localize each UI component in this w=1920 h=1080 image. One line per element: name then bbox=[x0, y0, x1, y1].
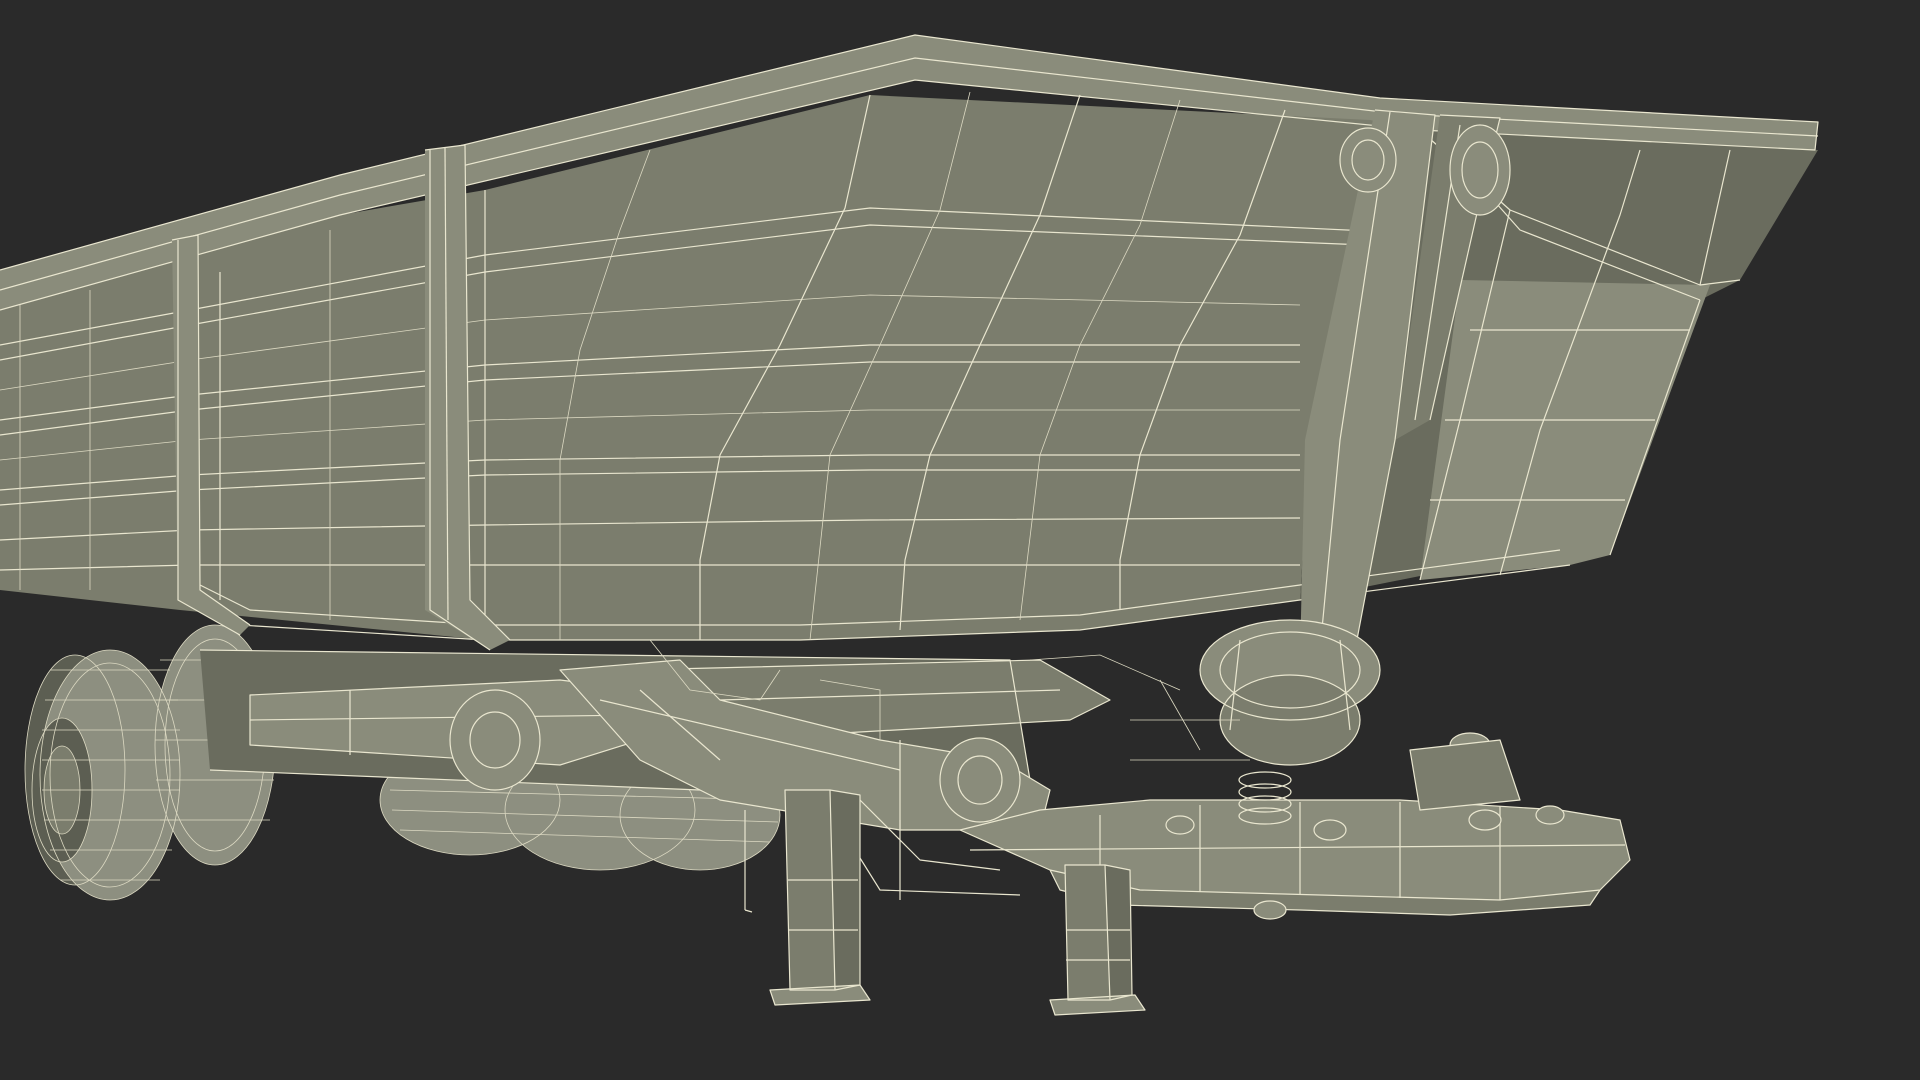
render-viewport bbox=[0, 0, 1920, 1080]
trailer-render bbox=[0, 0, 1920, 1080]
